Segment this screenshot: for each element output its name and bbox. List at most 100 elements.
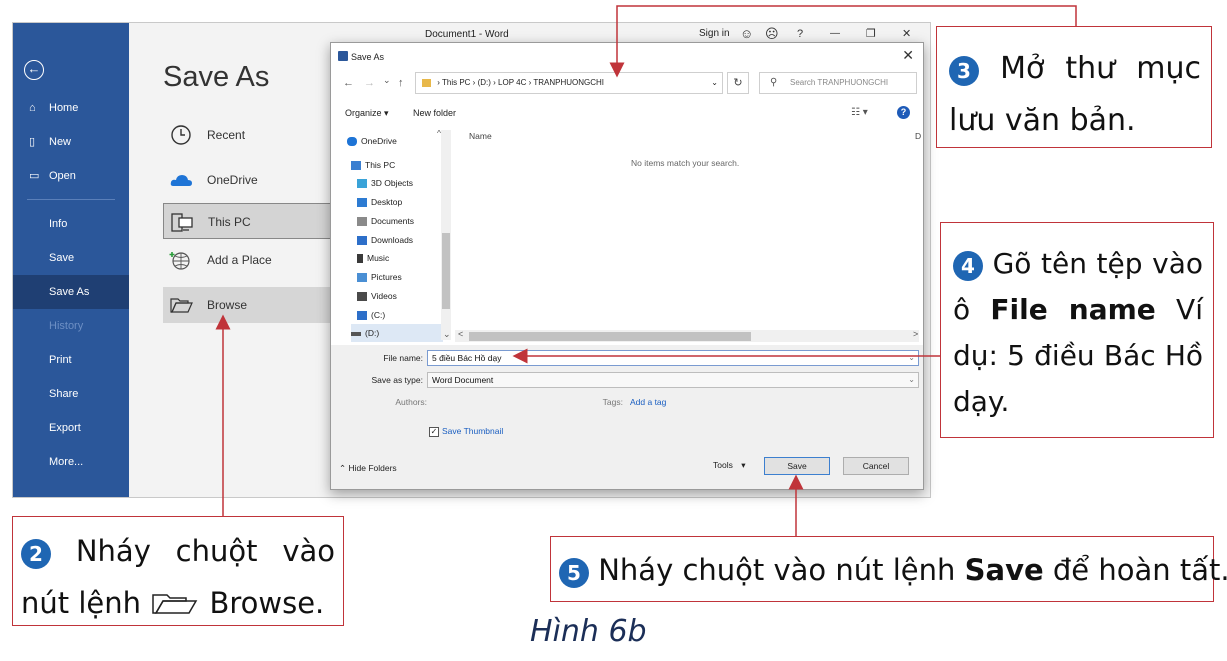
music-icon xyxy=(357,254,363,264)
nav-item-onedrive[interactable]: OneDrive xyxy=(347,132,397,150)
file-name-field[interactable]: 5 điều Bác Hồ dạy ⌄ xyxy=(427,350,919,366)
sidebar-item-history: History xyxy=(49,320,84,332)
column-header-name[interactable]: Name xyxy=(469,131,492,141)
videos-icon xyxy=(357,292,367,302)
save-as-type-label: Save as type: xyxy=(371,375,423,385)
drive-c-icon xyxy=(357,311,367,321)
sidebar-item-home[interactable]: ⌂ Home xyxy=(13,91,129,125)
cube-icon xyxy=(357,179,367,189)
figure-caption: Hình 6b xyxy=(530,614,647,649)
location-browse[interactable]: Browse xyxy=(163,287,333,323)
save-options-pane xyxy=(331,345,923,489)
step-number-badge: 2 xyxy=(21,539,51,569)
save-button[interactable]: Save xyxy=(764,457,830,475)
frown-icon[interactable]: ☹ xyxy=(765,26,779,42)
nav-item-pictures[interactable]: Pictures xyxy=(357,268,402,286)
sidebar-item-save[interactable]: Save xyxy=(13,241,129,275)
sidebar-item-info[interactable]: Info xyxy=(13,207,129,241)
recent-locations-icon[interactable]: ⌄ xyxy=(383,75,391,86)
callout-step-3: 3 Mở thư mục lưu văn bản. xyxy=(936,26,1212,148)
sidebar-item-share[interactable]: Share xyxy=(13,377,129,411)
nav-item-downloads[interactable]: Downloads xyxy=(357,231,413,249)
sign-in-link[interactable]: Sign in xyxy=(699,28,730,39)
sidebar-item-open[interactable]: ▭ Open xyxy=(13,159,129,193)
nav-item-this-pc[interactable]: This PC xyxy=(351,156,395,174)
globe-plus-icon xyxy=(169,252,190,270)
cancel-button[interactable]: Cancel xyxy=(843,457,909,475)
refresh-icon[interactable]: ↻ xyxy=(727,72,749,94)
up-arrow-icon[interactable]: ↑ xyxy=(398,77,404,89)
backstage-sidebar: ← ⌂ Home ▯ New ▭ Open Info Save Save As His… xyxy=(13,23,129,497)
location-add-a-place[interactable]: Add a Place xyxy=(163,242,333,278)
view-options-icon[interactable]: ☷ ▾ xyxy=(851,107,868,118)
breadcrumb[interactable]: This PC xyxy=(442,78,470,87)
forward-arrow-icon[interactable]: → xyxy=(364,77,375,89)
location-recent[interactable]: Recent xyxy=(163,117,333,153)
minimize-icon[interactable]: — xyxy=(830,28,840,39)
restore-icon[interactable]: ❐ xyxy=(866,27,876,40)
breadcrumb[interactable]: TRANPHUONGCHI xyxy=(533,78,604,87)
file-list: Name D No items match your search. xyxy=(455,128,921,342)
folder-open-icon xyxy=(170,298,193,313)
sidebar-item-export[interactable]: Export xyxy=(13,411,129,445)
hide-folders-button[interactable]: ⌃ Hide Folders xyxy=(339,463,397,474)
sidebar-item-new[interactable]: ▯ New xyxy=(13,125,129,159)
location-this-pc[interactable]: This PC xyxy=(163,203,333,239)
address-bar[interactable]: › This PC › (D:) › LOP 4C › TRANPHUONGCH… xyxy=(415,72,723,94)
chevron-down-icon[interactable]: ⌄ xyxy=(711,73,718,93)
nav-item-videos[interactable]: Videos xyxy=(357,287,397,305)
chevron-down-icon[interactable]: ⌄ xyxy=(908,351,915,365)
nav-item-3d-objects[interactable]: 3D Objects xyxy=(357,174,413,192)
callout-step-4: 4 Gõ tên tệp vào ô File name Ví dụ: 5 đi… xyxy=(940,222,1214,438)
cloud-icon xyxy=(170,175,192,186)
chevron-up-icon: ⌃ xyxy=(339,463,347,473)
scroll-right-icon[interactable]: > xyxy=(913,329,918,339)
scroll-down-icon[interactable]: ⌄ xyxy=(443,329,451,340)
clock-icon xyxy=(171,125,191,145)
sidebar-item-more[interactable]: More... xyxy=(13,445,129,479)
back-arrow-icon[interactable]: ← xyxy=(343,77,354,89)
smiley-icon[interactable]: ☺ xyxy=(740,26,753,41)
callout-step-2: 2 Nháy chuột vào nút lệnh Browse. xyxy=(12,516,344,626)
tools-menu[interactable]: Tools ▾ xyxy=(713,460,746,471)
nav-item-desktop[interactable]: Desktop xyxy=(357,193,402,211)
desktop-icon xyxy=(357,198,367,208)
save-thumbnail-label[interactable]: Save Thumbnail xyxy=(442,426,503,436)
folder-open-icon xyxy=(152,594,198,614)
column-header-date[interactable]: D xyxy=(915,131,921,141)
drive-d-icon xyxy=(351,331,361,336)
breadcrumb[interactable]: (D:) xyxy=(478,78,491,87)
nav-item-documents[interactable]: Documents xyxy=(357,212,414,230)
file-name-label: File name: xyxy=(383,353,423,363)
help-icon[interactable]: ? xyxy=(897,106,910,119)
organize-menu[interactable]: Organize ▾ xyxy=(345,108,389,119)
nav-item-drive-d[interactable]: (D:) xyxy=(351,324,443,342)
help-icon[interactable]: ? xyxy=(797,28,803,40)
breadcrumb[interactable]: LOP 4C xyxy=(498,78,526,87)
sidebar-divider xyxy=(27,199,115,200)
save-as-type-select[interactable]: Word Document ⌄ xyxy=(427,372,919,388)
nav-item-drive-c[interactable]: (C:) xyxy=(357,306,385,324)
dialog-close-icon[interactable]: ✕ xyxy=(902,47,914,64)
sidebar-item-save-as[interactable]: Save As xyxy=(13,275,129,309)
new-document-icon: ▯ xyxy=(29,136,36,148)
save-thumbnail-checkbox[interactable]: ✓ xyxy=(429,427,439,437)
cloud-icon xyxy=(347,137,357,147)
back-arrow-icon[interactable]: ← xyxy=(24,60,44,80)
step-number-badge: 3 xyxy=(949,56,979,86)
save-as-dialog: Save As ✕ ← → ⌄ ↑ › This PC › (D:) › LOP… xyxy=(330,42,924,490)
nav-item-music[interactable]: Music xyxy=(357,249,389,267)
new-folder-button[interactable]: New folder xyxy=(413,108,456,118)
close-icon[interactable]: ✕ xyxy=(902,27,911,40)
search-input[interactable]: ⚲ Search TRANPHUONGCHI xyxy=(759,72,917,94)
sidebar-item-print[interactable]: Print xyxy=(13,343,129,377)
pc-icon xyxy=(171,213,193,232)
add-tag-link[interactable]: Add a tag xyxy=(630,397,666,407)
nav-scrollbar-thumb[interactable] xyxy=(442,233,450,309)
horizontal-scrollbar-thumb[interactable] xyxy=(469,332,751,341)
page-title: Save As xyxy=(163,61,270,93)
scroll-left-icon[interactable]: < xyxy=(458,329,463,339)
pc-icon xyxy=(351,161,361,171)
location-onedrive[interactable]: OneDrive xyxy=(163,162,333,198)
callout-step-5: 5 Nháy chuột vào nút lệnh Save để hoàn t… xyxy=(550,536,1227,602)
